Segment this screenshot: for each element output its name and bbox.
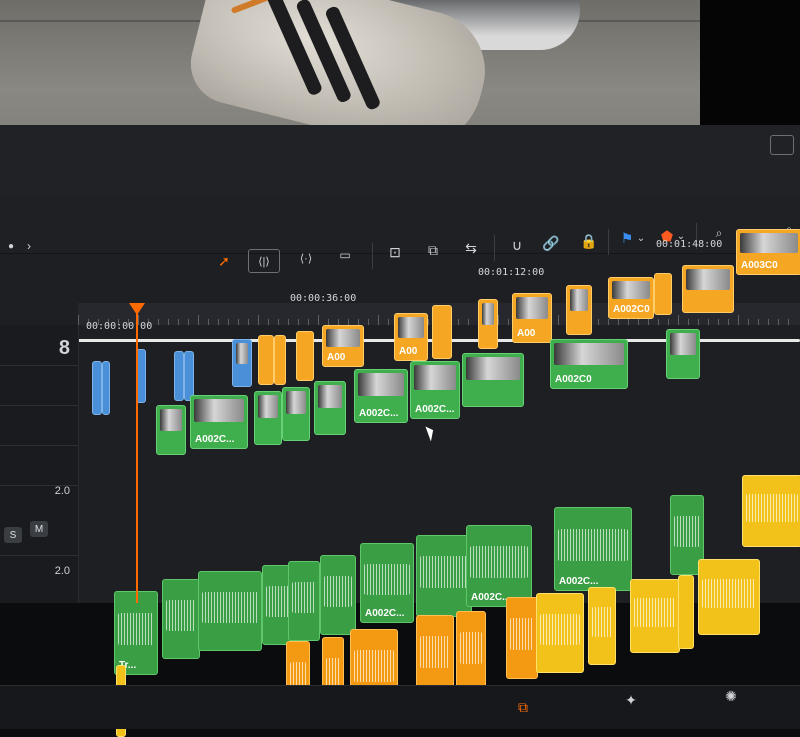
video-clip[interactable]: A00 (512, 293, 552, 343)
fusion-page-icon[interactable]: ✦ (620, 690, 642, 710)
video-clip-green[interactable]: A002C0 (550, 339, 628, 389)
video-clip-green[interactable] (462, 353, 524, 407)
video-clip[interactable] (274, 335, 286, 385)
insert-clip-icon[interactable]: ⊡ (382, 241, 408, 263)
video-clip-green[interactable] (282, 387, 310, 441)
video-clip-green[interactable]: A002C... (190, 395, 248, 449)
color-page-icon[interactable]: ✺ (720, 686, 742, 706)
video-clip[interactable]: A002C0 (608, 277, 654, 319)
overwrite-clip-icon[interactable]: ⧉ (420, 239, 446, 261)
toolbar-separator (608, 229, 609, 255)
blue-clip[interactable] (184, 351, 194, 401)
video-clip-green[interactable] (254, 391, 282, 445)
audio-clip-yellow[interactable] (678, 575, 694, 649)
flag-icon[interactable]: ⚑ (620, 229, 634, 247)
ruler-tick (378, 315, 379, 325)
video-clip[interactable] (432, 305, 452, 359)
timecode-label: 00:01:12:00 (478, 267, 545, 278)
blue-clip[interactable] (174, 351, 184, 401)
audio-clip-green[interactable] (288, 561, 320, 641)
ruler-tick (198, 315, 199, 325)
ruler-tick (738, 315, 739, 325)
audio-level-value: 2.0 (54, 485, 70, 497)
video-clip-green[interactable]: A002C... (410, 361, 460, 419)
playhead[interactable] (136, 303, 138, 603)
blade-icon[interactable]: ▭ (332, 245, 358, 265)
video-clip[interactable] (566, 285, 592, 335)
timecode-label: 00:00:36:00 (290, 293, 357, 304)
edit-panel: ⏮ ◀ ■ ▶ ⏭ ⟲ ● › ➚ ⟨|⟩ ⟨·⟩ ▭ ⊡ ⧉ ⇆ ∪ 🔗 🔒 … (0, 125, 800, 737)
video-clip-green[interactable] (314, 381, 346, 435)
blue-clip[interactable] (102, 361, 110, 415)
position-lock-icon[interactable]: 🔒 (578, 231, 600, 251)
transport-bar: ⏮ ◀ ■ ▶ ⏭ ⟲ (0, 125, 800, 220)
blue-clip[interactable] (232, 339, 252, 387)
video-clip[interactable] (478, 299, 498, 349)
ruler-tick (558, 315, 559, 325)
track-divider (0, 445, 78, 446)
solo-button[interactable]: S (4, 527, 22, 543)
trim-icon[interactable]: ⟨|⟩ (248, 249, 280, 273)
audio-clip-yellow[interactable] (630, 579, 680, 653)
blue-clip[interactable] (92, 361, 102, 415)
selection-arrow-icon[interactable]: ➚ (214, 251, 234, 271)
video-track-number: 8 (58, 337, 70, 359)
ruler-tick (318, 315, 319, 325)
audio-clip-yellow[interactable] (588, 587, 616, 665)
audio-level-value: 2.0 (54, 565, 70, 577)
mute-button[interactable]: M (30, 521, 48, 537)
ruler-tick (678, 315, 679, 325)
video-clip[interactable] (258, 335, 274, 385)
track-divider (0, 365, 78, 366)
video-clip-green[interactable]: A002C... (354, 369, 408, 423)
audio-clip-green[interactable] (162, 579, 200, 659)
playhead-handle[interactable] (129, 303, 145, 315)
page-navigation-bar: ⧉ ✦ ✺ (0, 685, 800, 729)
fullscreen-icon[interactable] (770, 135, 794, 155)
audio-clip-yellow[interactable] (742, 475, 800, 547)
track-headers: 8 2.0 S M 2.0 (0, 325, 79, 603)
timeline-tracks: A00 A00 A00 A002C0 A003C0 A002C... A002C… (78, 229, 800, 737)
replace-clip-icon[interactable]: ⇆ (458, 237, 484, 259)
ruler-tick (258, 315, 259, 325)
audio-clip-yellow[interactable] (698, 559, 760, 635)
timecode-label: 00:01:48:00 (656, 239, 723, 250)
dynamic-trim-icon[interactable]: ⟨·⟩ (292, 247, 320, 269)
dot-icon[interactable]: ● (4, 239, 18, 253)
video-clip[interactable]: A00 (394, 313, 428, 361)
video-clip[interactable]: A003C0 (736, 229, 800, 275)
video-clip[interactable]: A00 (322, 325, 364, 367)
audio-clip-green[interactable]: A002C... (466, 525, 532, 607)
audio-clip-green[interactable]: A002C... (554, 507, 632, 591)
linked-selection-icon[interactable]: 🔗 (540, 233, 562, 253)
audio-clip-green[interactable]: Tr... (114, 591, 158, 675)
audio-clip-green[interactable] (320, 555, 356, 635)
edit-page-icon[interactable]: ⧉ (510, 696, 536, 718)
video-clip[interactable] (296, 331, 314, 381)
audio-clip-orange[interactable] (456, 611, 486, 693)
video-clip-green[interactable] (666, 329, 700, 379)
track-divider (0, 555, 78, 556)
video-clip[interactable] (682, 265, 734, 313)
toolbar-separator (494, 235, 495, 261)
audio-clip-green[interactable] (198, 571, 262, 651)
chevron-right-icon[interactable]: › (22, 239, 36, 253)
track-divider (0, 405, 78, 406)
chevron-down-icon[interactable]: ⌄ (636, 229, 646, 247)
ruler-tick (498, 315, 499, 325)
video-clip[interactable] (654, 273, 672, 315)
audio-clip-green[interactable] (416, 535, 472, 617)
video-clip-green[interactable] (156, 405, 186, 455)
toolbar-separator (372, 243, 373, 269)
ruler-tick (78, 315, 79, 325)
snapping-icon[interactable]: ∪ (506, 235, 528, 255)
audio-clip-yellow[interactable] (536, 593, 584, 673)
audio-clip-orange[interactable] (506, 597, 538, 679)
audio-clip-green[interactable]: A002C... (360, 543, 414, 623)
